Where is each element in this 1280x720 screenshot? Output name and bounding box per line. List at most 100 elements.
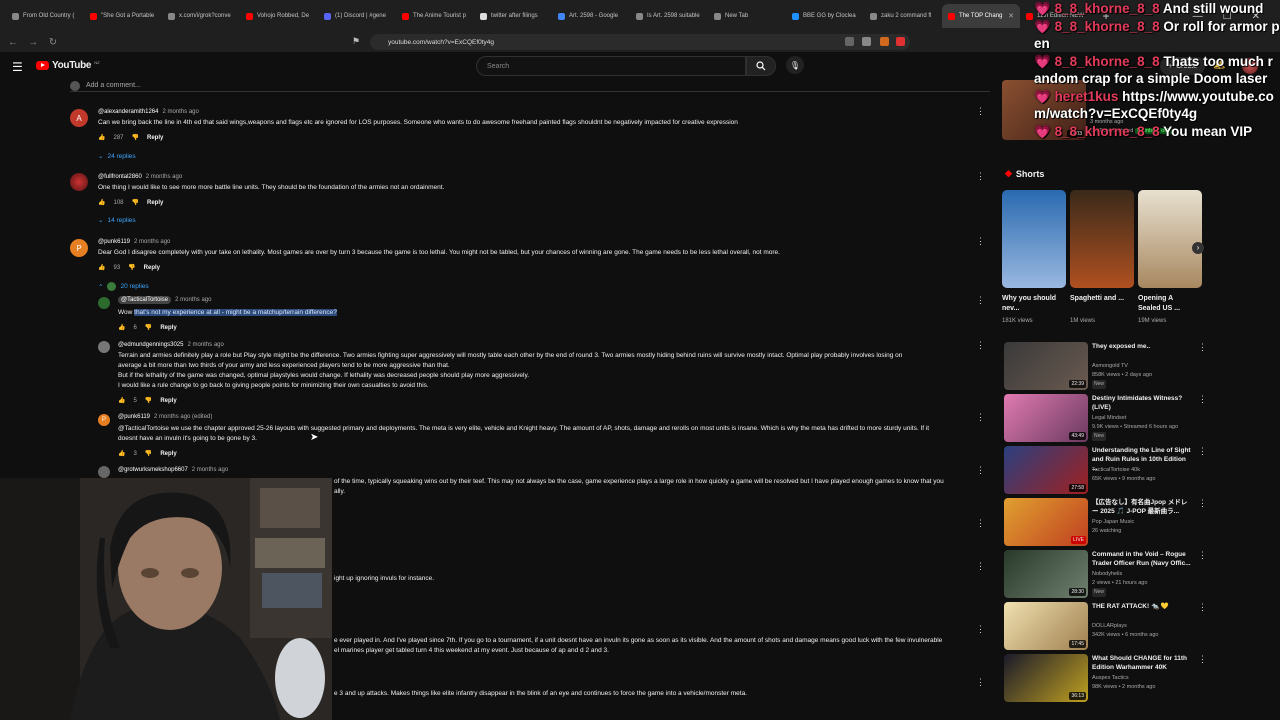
browser-tab[interactable]: From Old Country ( [6,4,84,28]
reply-time[interactable]: 2 months ago (edited) [154,414,212,420]
browser-tab[interactable]: (1) Discord | #gene [318,4,396,28]
reply-avatar[interactable]: P [98,414,110,426]
video-menu-icon[interactable]: ⋮ [1198,446,1207,457]
mention-link[interactable]: @TacticalTortoise [118,425,169,432]
browser-tab[interactable]: New Tab [708,4,786,28]
reply-button[interactable]: Reply [147,135,163,141]
video-channel[interactable]: Auspex Tactics [1092,674,1202,683]
video-title[interactable]: What Should CHANGE for 11th Edition Warh… [1092,654,1192,672]
video-card[interactable]: 36:13 What Should CHANGE for 11th Edition… [1004,654,1207,704]
short-thumbnail[interactable] [1002,190,1066,288]
search-input[interactable]: Search [476,56,746,76]
forward-icon[interactable]: → [26,37,40,48]
reply-menu-icon[interactable]: ⋮ [976,518,985,529]
dislike-icon[interactable]: 👎 [132,199,139,206]
comment-menu-icon[interactable]: ⋮ [976,106,985,117]
browser-tab[interactable]: "She Got a Portable [84,4,162,28]
hamburger-menu-icon[interactable]: ☰ [12,60,23,74]
browser-tab[interactable]: twitter after filings [474,4,552,28]
dislike-icon[interactable]: 👎 [132,134,139,141]
reply-author[interactable]: @TacticalTortoise [118,296,172,304]
extension-icon[interactable] [862,37,871,46]
video-title[interactable]: THE RAT ATTACK! 🐀 💛 [1092,602,1192,611]
video-card[interactable]: 43:49 Destiny Intimidates Witness? (LIVE)… [1004,394,1207,444]
short-thumbnail[interactable] [1138,190,1202,288]
video-card[interactable]: 22:39 They exposed me.. Asmongold TV 858K v… [1004,342,1207,392]
reply-menu-icon[interactable]: ⋮ [976,412,985,423]
browser-tab[interactable]: Vohojo Robbed, De [240,4,318,28]
reply-time[interactable]: 2 months ago [192,467,228,473]
commenter-avatar[interactable]: P [70,239,88,257]
comment-author[interactable]: @fullfrontal2860 [98,174,142,180]
reply-author[interactable]: @grotwurksmekshop6607 [118,467,188,473]
reload-icon[interactable]: ↻ [46,37,60,48]
dislike-icon[interactable]: 👎 [145,397,152,404]
chevron-right-icon[interactable]: › [1192,242,1204,254]
reply-time[interactable]: 2 months ago [175,297,211,303]
like-icon[interactable]: 👍 [118,397,125,404]
view-replies-button[interactable]: ⌄ 24 replies [98,152,136,161]
reply-menu-icon[interactable]: ⋮ [976,340,985,351]
video-channel[interactable]: Pop Japan Music [1092,518,1202,527]
commenter-avatar[interactable] [70,173,88,191]
video-menu-icon[interactable]: ⋮ [1198,550,1207,561]
browser-tab[interactable]: zaku 2 command fl [864,4,942,28]
comment-author[interactable]: @punk6119 [98,239,130,245]
video-card[interactable]: 27:58 Understanding the Line of Sight and… [1004,446,1207,496]
reply-avatar[interactable] [98,341,110,353]
reply-menu-icon[interactable]: ⋮ [976,624,985,635]
add-comment-row[interactable]: Add a comment... [70,80,990,92]
video-menu-icon[interactable]: ⋮ [1198,654,1207,665]
video-channel[interactable]: TacticalTortoise 40k [1092,466,1202,475]
like-icon[interactable]: 👍 [98,134,105,141]
comment-time[interactable]: 2 months ago [134,239,170,245]
video-menu-icon[interactable]: ⋮ [1198,602,1207,613]
close-tab-icon[interactable]: ✕ [1008,12,1014,20]
video-menu-icon[interactable]: ⋮ [1198,342,1207,353]
reply-menu-icon[interactable]: ⋮ [976,561,985,572]
extension-icon[interactable] [845,37,854,46]
reply-button[interactable]: Reply [160,451,176,457]
comment-menu-icon[interactable]: ⋮ [976,236,985,247]
reply-button[interactable]: Reply [160,325,176,331]
browser-tab[interactable]: BBE GG by Cloclea [786,4,864,28]
bookmark-icon[interactable]: ⚑ [352,36,360,47]
dislike-icon[interactable]: 👎 [145,450,152,457]
comment-menu-icon[interactable]: ⋮ [976,171,985,182]
video-title[interactable]: Destiny Intimidates Witness? (LIVE) [1092,394,1192,412]
reply-button[interactable]: Reply [144,265,160,271]
browser-tab[interactable]: The Anime Tourist p [396,4,474,28]
comment-time[interactable]: 2 months ago [146,174,182,180]
video-channel[interactable]: Nobodyhelis [1092,570,1202,579]
dislike-icon[interactable]: 👎 [145,324,152,331]
like-icon[interactable]: 👍 [118,324,125,331]
video-card[interactable]: LIVE 【広告なし】有名曲Jpop メドレー 2025 🎵 J-POP 最新曲ラ… [1004,498,1207,548]
dislike-icon[interactable]: 👎 [128,264,135,271]
short-title[interactable]: Spaghetti and ... [1070,294,1126,304]
video-channel[interactable]: Asmongold TV [1092,362,1202,371]
microphone-button[interactable]: 🎙 [786,56,804,74]
video-menu-icon[interactable]: ⋮ [1198,394,1207,405]
video-card[interactable]: 17:45 THE RAT ATTACK! 🐀 💛 DOLLARplays 342K … [1004,602,1207,652]
commenter-avatar[interactable]: A [70,109,88,127]
like-icon[interactable]: 👍 [98,264,105,271]
reply-author[interactable]: @edmundgennings3025 [118,342,183,348]
video-title[interactable]: 【広告なし】有名曲Jpop メドレー 2025 🎵 J-POP 最新曲ラ... [1092,498,1192,516]
video-channel[interactable]: Legal Mindset [1092,414,1202,423]
reply-time[interactable]: 2 months ago [187,342,223,348]
video-card[interactable]: 28:30 Command in the Void – Rogue Trader … [1004,550,1207,600]
youtube-logo[interactable]: YouTube NZ [36,60,100,71]
browser-tab[interactable]: Art. 2598 - Google [552,4,630,28]
video-menu-icon[interactable]: ⋮ [1198,498,1207,509]
short-thumbnail[interactable] [1070,190,1134,288]
extension-icon[interactable] [896,37,905,46]
reply-avatar[interactable] [98,466,110,478]
reply-avatar[interactable] [98,297,110,309]
url-field[interactable]: youtube.com/watch?v=ExCQEf0ty4g [370,34,910,50]
brave-shield-icon[interactable] [880,37,889,46]
comment-author[interactable]: @alexanderamith1264 [98,109,158,115]
browser-tab[interactable]: The TOP Chang ✕ [942,4,1020,28]
reply-button[interactable]: Reply [160,398,176,404]
view-replies-button[interactable]: ⌄ 14 replies [98,216,136,225]
reply-menu-icon[interactable]: ⋮ [976,465,985,476]
